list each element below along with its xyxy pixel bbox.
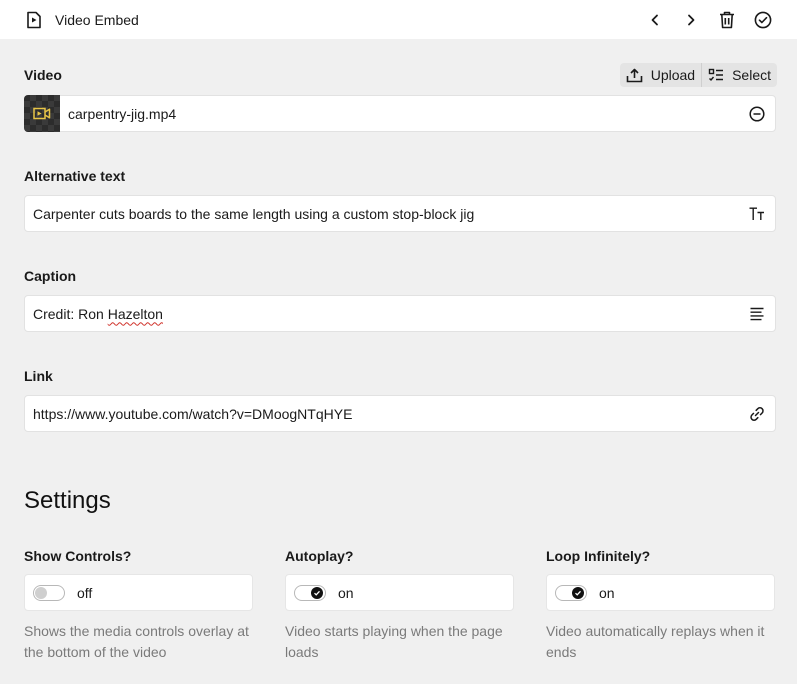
toggle-state: on xyxy=(599,584,615,601)
caption-input[interactable]: Credit: Ron Hazelton xyxy=(24,295,776,332)
select-button[interactable]: Select xyxy=(702,63,777,87)
header-bar: Video Embed xyxy=(0,0,797,39)
caption-label: Caption xyxy=(24,268,77,284)
setting-loop: Loop Infinitely? on Video automatically … xyxy=(546,548,775,663)
minus-circle-icon xyxy=(749,105,765,122)
form-content: Video Upload Select carpentry-jig.mp4 Al… xyxy=(0,39,797,663)
upload-button[interactable]: Upload xyxy=(620,63,701,87)
link-icon xyxy=(750,406,764,421)
video-filename: carpentry-jig.mp4 xyxy=(68,105,177,122)
link-button[interactable] xyxy=(739,406,775,422)
video-camera-icon xyxy=(33,107,51,120)
settings-grid: Show Controls? off Shows the media contr… xyxy=(24,548,776,663)
loop-toggle[interactable] xyxy=(555,584,587,601)
toggle-knob xyxy=(572,586,584,599)
upload-label: Upload xyxy=(650,67,696,83)
alt-text-value: Carpenter cuts boards to the same length… xyxy=(33,205,475,222)
alt-text-field: Alternative text Carpenter cuts boards t… xyxy=(24,132,776,232)
setting-description: Shows the media controls overlay at the … xyxy=(24,623,249,660)
next-button[interactable] xyxy=(673,5,709,35)
link-value: https://www.youtube.com/watch?v=DMoogNTq… xyxy=(33,405,353,422)
link-field: Link https://www.youtube.com/watch?v=DMo… xyxy=(24,332,776,432)
caption-value: Credit: Ron Hazelton xyxy=(25,306,739,322)
settings-heading: Settings xyxy=(24,487,111,514)
caption-text: Credit: Ron xyxy=(33,305,108,322)
delete-button[interactable] xyxy=(709,5,745,35)
checklist-icon xyxy=(708,68,724,82)
show-controls-toggle[interactable] xyxy=(33,584,65,601)
check-icon xyxy=(575,590,581,596)
setting-show-controls: Show Controls? off Shows the media contr… xyxy=(24,548,253,663)
setting-label: Autoplay? xyxy=(285,548,354,564)
toggle-field: on xyxy=(546,574,775,611)
trash-icon xyxy=(720,11,734,28)
video-label: Video xyxy=(24,67,62,83)
chevron-right-icon xyxy=(688,14,695,25)
setting-description: Video automatically replays when it ends xyxy=(546,623,765,660)
text-format-button[interactable] xyxy=(739,207,775,221)
misspelled-word[interactable]: Hazelton xyxy=(108,306,163,322)
video-thumbnail xyxy=(24,95,60,132)
autoplay-toggle[interactable] xyxy=(294,584,326,601)
done-button[interactable] xyxy=(745,5,781,35)
remove-video-button[interactable] xyxy=(739,105,775,122)
toggle-field: on xyxy=(285,574,514,611)
toggle-state: off xyxy=(77,584,93,601)
video-file-field: carpentry-jig.mp4 xyxy=(24,95,776,132)
video-source-buttons: Upload Select xyxy=(619,63,777,87)
setting-label: Loop Infinitely? xyxy=(546,548,651,564)
video-file-icon xyxy=(26,11,44,29)
chevron-left-icon xyxy=(651,14,658,25)
text-size-icon xyxy=(749,207,764,220)
setting-description: Video starts playing when the page loads xyxy=(285,623,503,660)
setting-label: Show Controls? xyxy=(24,548,132,564)
caption-field: Caption Credit: Ron Hazelton xyxy=(24,232,776,332)
alt-text-input[interactable]: Carpenter cuts boards to the same length… xyxy=(24,195,776,232)
setting-autoplay: Autoplay? on Video starts playing when t… xyxy=(285,548,514,663)
alt-text-label: Alternative text xyxy=(24,168,126,184)
previous-button[interactable] xyxy=(637,5,673,35)
link-label: Link xyxy=(24,368,53,384)
toggle-field: off xyxy=(24,574,253,611)
toggle-knob xyxy=(35,586,47,599)
upload-icon xyxy=(626,68,643,82)
link-input[interactable]: https://www.youtube.com/watch?v=DMoogNTq… xyxy=(24,395,776,432)
toggle-knob xyxy=(311,586,323,599)
toggle-state: on xyxy=(338,584,354,601)
video-field: Video Upload Select carpentry-jig.mp4 xyxy=(24,39,777,132)
text-align-button[interactable] xyxy=(739,307,775,321)
page-title: Video Embed xyxy=(55,11,139,28)
align-left-icon xyxy=(750,307,764,320)
select-label: Select xyxy=(732,67,771,83)
check-icon xyxy=(314,590,320,596)
check-circle-icon xyxy=(754,11,772,28)
